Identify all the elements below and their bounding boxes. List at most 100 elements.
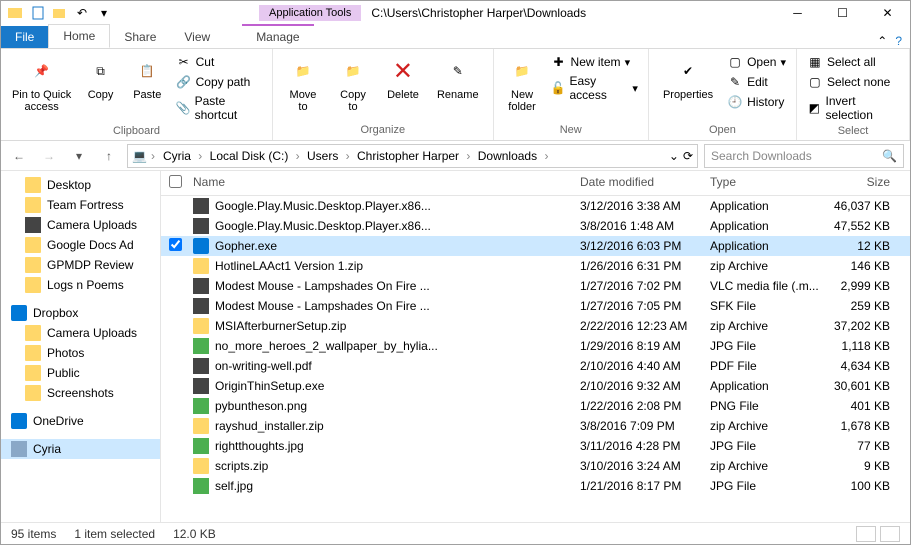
file-size: 30,601 KB xyxy=(830,379,910,393)
tree-item[interactable]: Photos xyxy=(1,343,160,363)
folder-icon xyxy=(25,177,41,193)
file-date: 2/10/2016 9:32 AM xyxy=(580,379,710,393)
breadcrumb[interactable]: Users xyxy=(303,149,342,163)
file-date: 3/8/2016 7:09 PM xyxy=(580,419,710,433)
col-size[interactable]: Size xyxy=(830,175,910,191)
close-button[interactable]: ✕ xyxy=(865,1,910,25)
file-date: 3/12/2016 3:38 AM xyxy=(580,199,710,213)
properties-icon: ✔ xyxy=(672,55,704,87)
ribbon-collapse-icon[interactable]: ⌃ xyxy=(877,34,887,48)
open-button[interactable]: ▢Open ▾ xyxy=(725,53,788,71)
col-type[interactable]: Type xyxy=(710,175,830,191)
qat-newfolder-icon[interactable] xyxy=(51,4,69,22)
edit-button[interactable]: ✎Edit xyxy=(725,73,788,91)
folder-icon xyxy=(25,365,41,381)
copyto-button[interactable]: 📁Copy to xyxy=(331,53,375,115)
easyaccess-icon: 🔓 xyxy=(551,80,566,96)
file-row[interactable]: Modest Mouse - Lampshades On Fire ... 1/… xyxy=(161,276,910,296)
newfolder-button[interactable]: 📁New folder xyxy=(502,53,543,115)
tree-dropbox[interactable]: Dropbox xyxy=(1,303,160,323)
file-icon xyxy=(193,418,209,434)
file-row[interactable]: scripts.zip 3/10/2016 3:24 AM zip Archiv… xyxy=(161,456,910,476)
file-row[interactable]: rightthoughts.jpg 3/11/2016 4:28 PM JPG … xyxy=(161,436,910,456)
tree-item[interactable]: Team Fortress xyxy=(1,195,160,215)
tree-onedrive[interactable]: OneDrive xyxy=(1,411,160,431)
tab-file[interactable]: File xyxy=(1,26,48,48)
file-row[interactable]: rayshud_installer.zip 3/8/2016 7:09 PM z… xyxy=(161,416,910,436)
view-large-button[interactable] xyxy=(880,526,900,542)
maximize-button[interactable]: ☐ xyxy=(820,1,865,25)
addr-dropdown-icon[interactable]: ⌄ xyxy=(669,149,679,163)
nav-up-button[interactable]: ↑ xyxy=(97,144,121,168)
rename-button[interactable]: ✎Rename xyxy=(431,53,485,103)
view-details-button[interactable] xyxy=(856,526,876,542)
file-row[interactable]: no_more_heroes_2_wallpaper_by_hylia... 1… xyxy=(161,336,910,356)
copypath-button[interactable]: 🔗Copy path xyxy=(174,73,264,91)
file-row[interactable]: Google.Play.Music.Desktop.Player.x86... … xyxy=(161,216,910,236)
tree-thispc[interactable]: Cyria xyxy=(1,439,160,459)
breadcrumb[interactable]: Cyria xyxy=(159,149,195,163)
tree-item[interactable]: Google Docs Ad xyxy=(1,235,160,255)
tree-item[interactable]: Screenshots xyxy=(1,383,160,403)
file-row[interactable]: MSIAfterburnerSetup.zip 2/22/2016 12:23 … xyxy=(161,316,910,336)
tab-home[interactable]: Home xyxy=(48,24,110,48)
file-size: 146 KB xyxy=(830,259,910,273)
delete-button[interactable]: ✕Delete xyxy=(381,53,425,103)
tree-item[interactable]: Camera Uploads xyxy=(1,323,160,343)
nav-recent-button[interactable]: ▾ xyxy=(67,144,91,168)
breadcrumb[interactable]: Local Disk (C:) xyxy=(206,149,293,163)
file-row[interactable]: OriginThinSetup.exe 2/10/2016 9:32 AM Ap… xyxy=(161,376,910,396)
cut-button[interactable]: ✂Cut xyxy=(174,53,264,71)
file-row[interactable]: Google.Play.Music.Desktop.Player.x86... … xyxy=(161,196,910,216)
file-size: 12 KB xyxy=(830,239,910,253)
selectall-button[interactable]: ▦Select all xyxy=(805,53,901,71)
address-bar[interactable]: 💻 › Cyria › Local Disk (C:) › Users › Ch… xyxy=(127,144,698,168)
breadcrumb[interactable]: Downloads xyxy=(474,149,541,163)
selectnone-button[interactable]: ▢Select none xyxy=(805,73,901,91)
properties-button[interactable]: ✔Properties xyxy=(657,53,719,103)
header-checkbox[interactable] xyxy=(169,175,182,188)
tree-item[interactable]: Camera Uploads xyxy=(1,215,160,235)
search-input[interactable]: Search Downloads 🔍 xyxy=(704,144,904,168)
row-checkbox[interactable] xyxy=(169,238,182,251)
refresh-button[interactable]: ⟳ xyxy=(683,149,693,163)
pasteshortcut-button[interactable]: 📎Paste shortcut xyxy=(174,93,264,123)
nav-tree[interactable]: DesktopTeam FortressCamera UploadsGoogle… xyxy=(1,171,161,522)
file-date: 1/26/2016 6:31 PM xyxy=(580,259,710,273)
pin-quick-access-button[interactable]: 📌 Pin to Quick access xyxy=(9,53,74,115)
nav-back-button[interactable]: ← xyxy=(7,144,31,168)
tree-item[interactable]: GPMDP Review xyxy=(1,255,160,275)
file-row[interactable]: pybuntheson.png 1/22/2016 2:08 PM PNG Fi… xyxy=(161,396,910,416)
file-row[interactable]: Gopher.exe 3/12/2016 6:03 PM Application… xyxy=(161,236,910,256)
nav-forward-button[interactable]: → xyxy=(37,144,61,168)
tab-view[interactable]: View xyxy=(170,26,224,48)
copy-button[interactable]: ⧉ Copy xyxy=(80,53,121,103)
tree-item[interactable]: Public xyxy=(1,363,160,383)
paste-button[interactable]: 📋 Paste xyxy=(127,53,168,103)
easyaccess-button[interactable]: 🔓Easy access ▾ xyxy=(549,73,640,103)
tree-item[interactable]: Logs n Poems xyxy=(1,275,160,295)
invert-button[interactable]: ◩Invert selection xyxy=(805,93,901,123)
status-size: 12.0 KB xyxy=(173,527,216,541)
col-name[interactable]: Name xyxy=(189,175,580,191)
col-date[interactable]: Date modified xyxy=(580,175,710,191)
file-icon xyxy=(193,218,209,234)
file-row[interactable]: self.jpg 1/21/2016 8:17 PM JPG File 100 … xyxy=(161,476,910,496)
file-row[interactable]: Modest Mouse - Lampshades On Fire ... 1/… xyxy=(161,296,910,316)
tree-item[interactable]: Desktop xyxy=(1,175,160,195)
folder-icon xyxy=(25,277,41,293)
tab-manage[interactable]: Manage xyxy=(242,24,313,48)
minimize-button[interactable]: ─ xyxy=(775,1,820,25)
qat-properties-icon[interactable] xyxy=(29,4,47,22)
qat-undo-icon[interactable]: ↶ xyxy=(73,4,91,22)
tab-share[interactable]: Share xyxy=(110,26,170,48)
newitem-button[interactable]: ✚New item ▾ xyxy=(549,53,640,71)
breadcrumb[interactable]: Christopher Harper xyxy=(353,149,463,163)
help-icon[interactable]: ? xyxy=(895,34,902,48)
qat-customize-icon[interactable]: ▾ xyxy=(95,4,113,22)
history-button[interactable]: 🕘History xyxy=(725,93,788,111)
file-date: 3/11/2016 4:28 PM xyxy=(580,439,710,453)
file-row[interactable]: HotlineLAAct1 Version 1.zip 1/26/2016 6:… xyxy=(161,256,910,276)
file-row[interactable]: on-writing-well.pdf 2/10/2016 4:40 AM PD… xyxy=(161,356,910,376)
moveto-button[interactable]: 📁Move to xyxy=(281,53,325,115)
